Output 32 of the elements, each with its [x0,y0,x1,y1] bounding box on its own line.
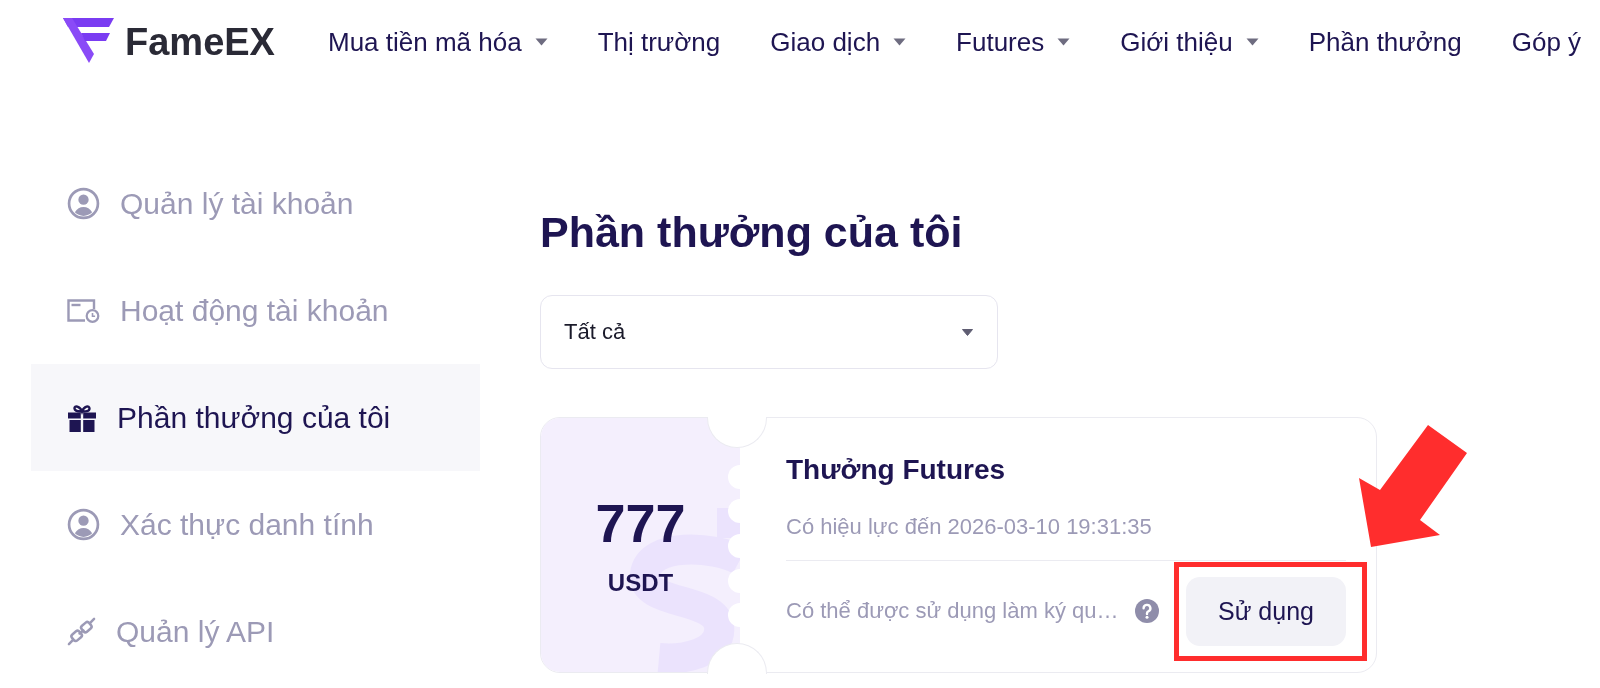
filter-dropdown[interactable]: Tất cả [540,295,998,369]
page-title: Phần thưởng của tôi [540,207,964,257]
nav-link[interactable]: Thị trường [597,26,721,58]
gift-icon [67,402,97,433]
validity-text: Có hiệu lực đến 2026-03-10 19:31:35 [786,514,1153,540]
ticket-notch [728,603,740,627]
nav-link[interactable]: Mua tiền mã hóa [327,26,548,58]
caret-icon [893,38,907,46]
nav-link[interactable]: Phần thưởng [1308,26,1462,58]
logo-mark-icon [63,17,115,63]
user-circle-icon [67,187,100,220]
nav-link[interactable]: Futures [956,26,1071,58]
caret-icon [534,38,548,46]
caret-icon [1057,38,1071,46]
use-button[interactable]: Sử dụng [1186,576,1346,646]
link-icon [67,617,96,646]
help-icon[interactable] [1135,599,1160,623]
nav-link[interactable]: Góp ý [1511,26,1582,58]
ticket-notch [728,499,740,523]
reward-title: Thưởng Futures [786,453,1007,487]
logo-text: FameEX [125,20,275,64]
reward-currency: USDT [607,569,674,597]
reward-description: Có thể được sử dụng làm ký qu… [786,598,1119,624]
card-clock-icon [67,298,100,323]
nav-link[interactable]: Giới thiệu [1120,26,1259,58]
user-circle-icon [67,508,100,541]
caret-icon [1245,38,1259,46]
reward-amount: 777 [595,493,686,553]
ticket-notch [728,569,740,593]
sidebar-item[interactable]: Phần thưởng của tôi [31,364,480,471]
nav-link[interactable]: Giao dịch [770,26,907,58]
caret-icon [962,328,973,336]
